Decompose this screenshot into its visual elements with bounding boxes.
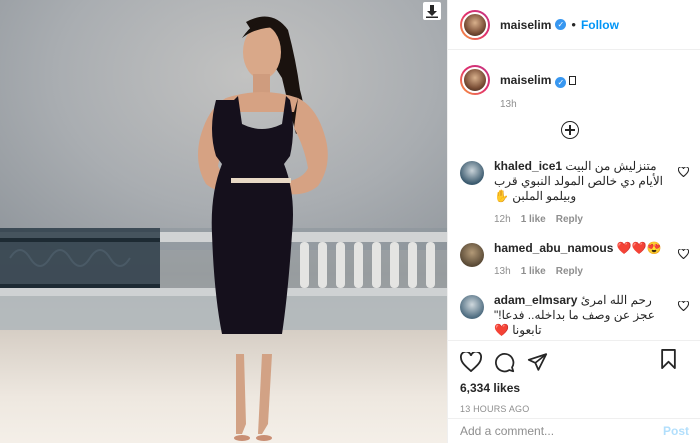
avatar[interactable] — [460, 9, 490, 40]
avatar[interactable] — [460, 295, 484, 319]
post-button[interactable]: Post — [663, 424, 689, 438]
add-comments-icon[interactable] — [561, 121, 579, 139]
photo-figure — [198, 16, 328, 441]
comment-input[interactable] — [460, 424, 640, 438]
post-time: 13 HOURS AGO — [460, 404, 530, 414]
caption-emoji-placeholder — [569, 76, 577, 85]
comment-icon[interactable] — [494, 352, 515, 373]
follow-button[interactable]: Follow — [581, 18, 619, 32]
heart-icon[interactable] — [678, 167, 689, 177]
post-sidebar: maiselim ✓ • Follow maiselim ✓ 13h khaled… — [447, 0, 700, 443]
heart-icon[interactable] — [678, 301, 689, 311]
download-button[interactable] — [423, 2, 441, 20]
caption-time: 13h — [500, 99, 517, 110]
comment-likes[interactable]: 1 like — [521, 214, 546, 225]
heart-icon[interactable] — [460, 352, 482, 372]
post-header: maiselim ✓ • Follow — [448, 0, 700, 50]
comment-username[interactable]: hamed_abu_namous — [494, 241, 613, 255]
comment-username[interactable]: adam_elmsary — [494, 293, 577, 307]
caption-username[interactable]: maiselim — [500, 73, 551, 87]
like-count[interactable]: 6,334 likes — [460, 381, 689, 395]
comment-item: adam_elmsary رحم الله امرئ عجز عن وصف ما… — [460, 293, 695, 338]
avatar[interactable] — [460, 243, 484, 267]
caption-avatar[interactable] — [460, 65, 490, 95]
post-photo[interactable] — [0, 0, 447, 443]
comment-list: khaled_ice1 متنزليش من البيت الأيام دي خ… — [460, 159, 695, 352]
reply-button[interactable]: Reply — [556, 214, 583, 225]
post-actions: 6,334 likes 13 HOURS AGO — [448, 340, 700, 414]
comment-time: 13h — [494, 266, 511, 277]
separator-dot: • — [571, 17, 576, 32]
comment-item: khaled_ice1 متنزليش من البيت الأيام دي خ… — [460, 159, 695, 227]
add-comment-bar: Post — [448, 418, 700, 443]
verified-icon: ✓ — [555, 19, 567, 30]
avatar[interactable] — [460, 161, 484, 185]
post-view: maiselim ✓ • Follow maiselim ✓ 13h khaled… — [0, 0, 700, 443]
comment-text: ❤️❤️😍 — [616, 241, 662, 255]
heart-icon[interactable] — [678, 249, 689, 259]
comment-likes[interactable]: 1 like — [521, 266, 546, 277]
reply-button[interactable]: Reply — [556, 266, 583, 277]
verified-icon: ✓ — [555, 77, 567, 88]
comment-item: hamed_abu_namous ❤️❤️😍 13h 1 like Reply — [460, 241, 695, 279]
share-icon[interactable] — [527, 352, 548, 372]
post-caption: maiselim ✓ 13h — [448, 50, 700, 110]
comment-username[interactable]: khaled_ice1 — [494, 159, 562, 173]
comment-time: 12h — [494, 214, 511, 225]
bookmark-icon[interactable] — [660, 349, 677, 369]
download-icon — [426, 4, 438, 18]
header-username[interactable]: maiselim — [500, 18, 551, 32]
